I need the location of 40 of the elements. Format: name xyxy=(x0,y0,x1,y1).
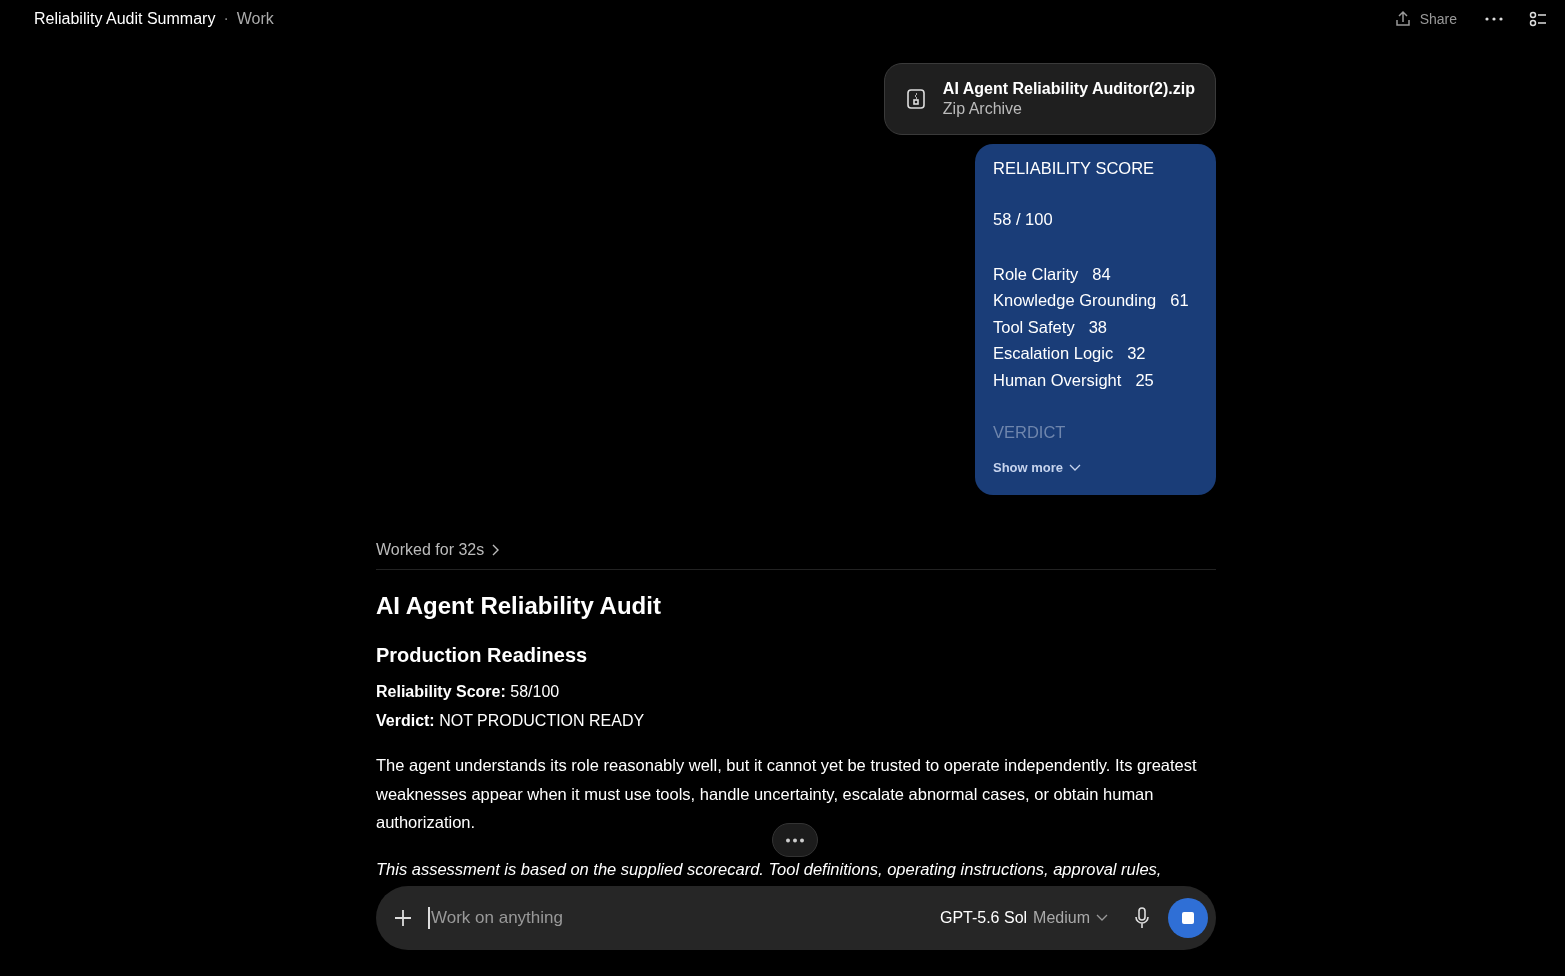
microphone-icon[interactable] xyxy=(1134,907,1150,929)
chevron-right-icon xyxy=(492,544,501,557)
verdict-heading: VERDICT xyxy=(993,423,1067,443)
response-title: AI Agent Reliability Audit xyxy=(376,592,662,621)
score-heading: RELIABILITY SCORE xyxy=(993,159,1156,178)
category-label: Role Clarity xyxy=(993,264,1079,285)
chevron-down-icon xyxy=(1069,463,1082,472)
more-icon[interactable] xyxy=(772,823,818,857)
category-label: Escalation Logic xyxy=(993,343,1114,365)
prompt-input[interactable]: Work on anything xyxy=(428,907,940,929)
assessment-note: This assessment is based on the supplied scorecard. Tool definitions, operating instructions, approval rules, xyxy=(376,858,1163,880)
score-value: 58 / 100 xyxy=(993,210,1054,229)
category-score: 84 xyxy=(1092,264,1111,285)
chevron-down-icon xyxy=(1096,914,1108,922)
share-button[interactable]: Share xyxy=(1387,6,1463,32)
add-icon[interactable] xyxy=(394,909,412,927)
summary-paragraph: The agent understands its role reasonably well, but it cannot yet be trusted to operate independently. Its greatest weaknesses appear when it must use tools, handle uncertainty, escalate abnormal cases, or obtain human authorization. xyxy=(376,755,1198,834)
category-label: Knowledge Grounding xyxy=(993,290,1157,312)
chat-title: Reliability Audit Summary xyxy=(34,10,216,28)
summary-line: Verdict: NOT PRODUCTION READY xyxy=(376,711,646,732)
category-score: 61 xyxy=(1170,290,1189,312)
category-score: 32 xyxy=(1127,343,1146,365)
archive-icon xyxy=(904,88,927,110)
separator-dot: · xyxy=(223,10,229,28)
stop-button[interactable] xyxy=(1168,898,1208,938)
stop-icon xyxy=(1182,912,1194,924)
file-type: Zip Archive xyxy=(942,100,1023,118)
category-label: Human Oversight xyxy=(993,369,1122,391)
category-label: Tool Safety xyxy=(993,316,1075,338)
category-score: 38 xyxy=(1088,316,1107,338)
model-selector[interactable]: GPT-5.6 Sol Medium xyxy=(939,909,1108,927)
project-name[interactable]: Work xyxy=(236,10,274,28)
category-score: 25 xyxy=(1135,369,1154,391)
summary-line: Reliability Score: 58/100 xyxy=(376,682,561,703)
show-more-button[interactable]: Show more xyxy=(993,460,1082,476)
file-attachment[interactable]: AI Agent Reliability Auditor(2).zip Zip Archive xyxy=(883,63,1216,135)
worked-duration-toggle[interactable]: Worked for 32s xyxy=(376,541,1216,571)
response-subtitle: Production Readiness xyxy=(376,644,589,668)
share-icon xyxy=(1393,10,1412,28)
file-name: AI Agent Reliability Auditor(2).zip xyxy=(942,80,1195,98)
